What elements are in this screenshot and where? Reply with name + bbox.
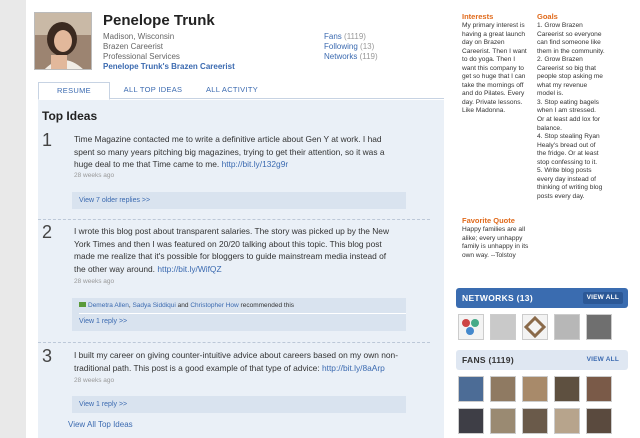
idea-number: 3: [42, 346, 53, 366]
fan-avatar[interactable]: [458, 408, 484, 434]
idea-timestamp: 28 weeks ago: [74, 377, 115, 384]
tab-all-top-ideas[interactable]: ALL TOP IDEAS: [114, 82, 192, 99]
fans-widget-header: FANS (1119) VIEW ALL: [456, 350, 628, 370]
interests-text: My primary interest is having a great lau…: [462, 22, 527, 115]
right-column: Interests My primary interest is having a…: [444, 0, 640, 438]
idea-link[interactable]: http://bit.ly/132g9r: [222, 159, 289, 169]
fan-avatar[interactable]: [554, 376, 580, 402]
idea-link[interactable]: http://bit.ly/WifQZ: [157, 264, 221, 274]
network-thumbnail[interactable]: [586, 314, 612, 340]
fan-avatar[interactable]: [458, 376, 484, 402]
top-ideas-panel: Top Ideas 1 Time Magazine contacted me t…: [38, 100, 444, 438]
networks-widget-title: NETWORKS (13): [462, 293, 533, 303]
fans-view-all-button[interactable]: VIEW ALL: [583, 354, 623, 366]
tab-all-activity[interactable]: ALL ACTIVITY: [196, 82, 268, 99]
goals-title: Goals: [537, 12, 558, 21]
network-thumbnail[interactable]: [554, 314, 580, 340]
favorite-quote-title: Favorite Quote: [462, 216, 515, 225]
stat-following[interactable]: Following (13): [324, 42, 378, 52]
view-replies-button[interactable]: View 1 reply >>: [72, 396, 406, 413]
stat-networks[interactable]: Networks (119): [324, 52, 378, 62]
view-all-top-ideas-link[interactable]: View All Top Ideas: [68, 420, 133, 429]
recommendation-line: Demetra Allen, Sadya Siddiqui and Christ…: [79, 298, 406, 314]
fan-avatar[interactable]: [490, 376, 516, 402]
divider: [38, 342, 430, 343]
view-replies-button[interactable]: View 1 reply >>: [79, 314, 406, 330]
fan-avatar[interactable]: [586, 376, 612, 402]
idea-text: Time Magazine contacted me to write a de…: [74, 134, 385, 169]
checkmark-icon: [79, 302, 86, 307]
network-logo-icon: [523, 315, 547, 339]
goals-text: 1. Grow Brazen Careerist so everyone can f…: [537, 22, 605, 200]
idea-number: 2: [42, 222, 53, 242]
profile-industry: Professional Services: [103, 52, 180, 61]
network-thumbnail[interactable]: [458, 314, 484, 340]
main-column: Penelope Trunk Madison, Wisconsin Brazen…: [26, 0, 444, 438]
tab-resume[interactable]: RESUME: [38, 82, 110, 100]
network-logo-icon: [462, 319, 479, 335]
view-replies-button[interactable]: View 7 older replies >>: [72, 192, 406, 209]
fan-avatar[interactable]: [490, 408, 516, 434]
idea-timestamp: 28 weeks ago: [74, 172, 115, 179]
recommender-link[interactable]: Demetra Allen: [88, 302, 129, 309]
profile-info: Madison, Wisconsin Brazen Careerist Prof…: [103, 32, 235, 72]
interests-title: Interests: [462, 12, 494, 21]
fans-widget-title: FANS (1119): [462, 355, 514, 365]
favorite-quote-text: Happy families are all alike; every unhap…: [462, 226, 529, 259]
recommender-link[interactable]: Christopher How: [190, 302, 238, 309]
fan-avatar[interactable]: [522, 408, 548, 434]
idea-link[interactable]: http://bit.ly/8aArp: [322, 363, 385, 373]
profile-stats: Fans (1119) Following (13) Networks (119…: [324, 32, 378, 62]
networks-view-all-button[interactable]: VIEW ALL: [582, 292, 623, 304]
profile-company: Brazen Careerist: [103, 42, 164, 51]
profile-blog-link[interactable]: Penelope Trunk's Brazen Careerist: [103, 62, 235, 72]
idea-text: I built my career on giving counter-intu…: [74, 350, 399, 373]
idea-number: 1: [42, 130, 53, 150]
section-title: Top Ideas: [42, 109, 98, 123]
idea-timestamp: 28 weeks ago: [74, 278, 115, 285]
profile-location: Madison, Wisconsin: [103, 32, 175, 41]
profile-tabs: RESUME ALL TOP IDEAS ALL ACTIVITY: [38, 82, 444, 100]
network-thumbnail[interactable]: [522, 314, 548, 340]
fan-avatar[interactable]: [522, 376, 548, 402]
fan-avatar[interactable]: [586, 408, 612, 434]
avatar-photo: [35, 13, 91, 69]
fan-avatar[interactable]: [554, 408, 580, 434]
replies-box: Demetra Allen, Sadya Siddiqui and Christ…: [72, 298, 406, 331]
networks-widget-header: NETWORKS (13) VIEW ALL: [456, 288, 628, 308]
recommender-link[interactable]: Sadya Siddiqui: [132, 302, 175, 309]
stat-fans[interactable]: Fans (1119): [324, 32, 378, 42]
profile-name: Penelope Trunk: [103, 12, 215, 29]
idea-text: I wrote this blog post about transparent…: [74, 226, 390, 274]
divider: [38, 219, 430, 220]
profile-avatar[interactable]: [34, 12, 92, 70]
network-thumbnail[interactable]: [490, 314, 516, 340]
